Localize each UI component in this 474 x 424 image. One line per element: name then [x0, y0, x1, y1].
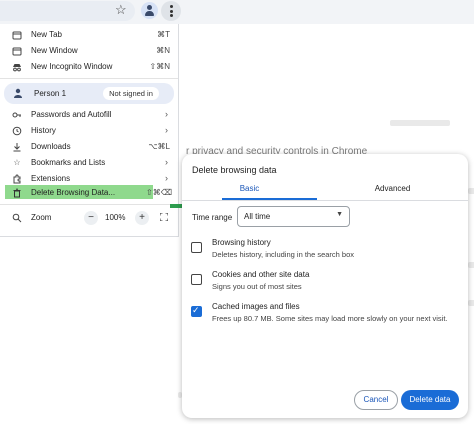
option-cookies[interactable]: Cookies and other site data Signs you ou…: [182, 268, 468, 298]
menu-item-downloads[interactable]: Downloads ⌥⌘L: [0, 139, 178, 155]
zoom-icon: [12, 213, 22, 223]
dot: [169, 9, 173, 13]
menu-item-label: Downloads: [31, 142, 71, 151]
menu-divider: [0, 204, 178, 205]
browser-toolbar: ☆: [0, 0, 474, 24]
fullscreen-icon[interactable]: [160, 213, 168, 221]
time-range-select[interactable]: All time ▼: [237, 206, 350, 227]
menu-item-label: New Incognito Window: [31, 62, 113, 71]
chevron-right-icon: ›: [165, 157, 168, 167]
zoom-value: 100%: [105, 213, 126, 222]
option-description: Deletes history, including in the search…: [212, 250, 355, 259]
cached-images-checkbox[interactable]: [191, 305, 202, 317]
background-text-line: [468, 188, 474, 194]
delete-data-button[interactable]: Delete data: [401, 390, 459, 410]
menu-item-label: New Window: [31, 46, 78, 55]
menu-item-label: Extensions: [31, 174, 71, 183]
menu-item-label: Bookmarks and Lists: [31, 158, 106, 167]
menu-item-label: Passwords and Autofill: [31, 110, 112, 119]
dot: [169, 14, 173, 17]
extensions-icon: [12, 174, 22, 184]
menu-item-new-incognito-window[interactable]: New Incognito Window ⇧⌘N: [0, 59, 178, 75]
tab-advanced[interactable]: Advanced: [317, 184, 468, 198]
menu-item-passwords-autofill[interactable]: Passwords and Autofill ›: [0, 107, 178, 123]
cookies-checkbox[interactable]: [191, 274, 202, 285]
chevron-right-icon: ›: [165, 173, 168, 183]
menu-item-history[interactable]: History ›: [0, 123, 178, 139]
download-icon: [12, 142, 22, 152]
caret-down-icon: ▼: [336, 211, 343, 218]
zoom-in-button[interactable]: +: [135, 211, 149, 225]
chrome-menu: New Tab ⌘T New Window ⌘N New Incognito W…: [0, 24, 179, 237]
menu-item-shortcut: ⇧⌘N: [149, 62, 170, 71]
tab-divider: [182, 200, 468, 201]
new-tab-icon: [12, 30, 22, 40]
tab-active-indicator: [222, 198, 317, 200]
background-text-line: [468, 300, 474, 306]
menu-item-delete-browsing-data[interactable]: Delete Browsing Data... ⇧⌘⌫: [0, 185, 178, 201]
menu-item-person[interactable]: Person 1 Not signed in: [4, 83, 174, 104]
menu-item-shortcut: ⌘N: [156, 46, 170, 55]
menu-item-shortcut: ⌘T: [157, 30, 170, 39]
option-cached-images[interactable]: Cached images and files Frees up 80.7 MB…: [182, 300, 468, 330]
star-icon: ☆: [13, 158, 21, 167]
chevron-right-icon: ›: [165, 109, 168, 119]
menu-item-zoom: Zoom − 100% +: [0, 209, 178, 227]
key-icon: [12, 110, 22, 120]
browsing-history-checkbox[interactable]: [191, 242, 202, 253]
option-title: Cookies and other site data: [212, 270, 310, 279]
dot: [169, 5, 173, 8]
menu-item-shortcut: ⌥⌘L: [148, 142, 170, 151]
menu-item-label: Delete Browsing Data...: [31, 188, 116, 197]
dialog-title: Delete browsing data: [192, 165, 277, 175]
tab-basic[interactable]: Basic: [182, 184, 317, 198]
incognito-icon: [12, 62, 22, 72]
zoom-out-button[interactable]: −: [84, 211, 98, 225]
option-title: Cached images and files: [212, 302, 300, 311]
profile-icon[interactable]: [141, 2, 158, 19]
menu-item-label: New Tab: [31, 30, 62, 39]
background-text-line: [390, 120, 450, 126]
new-window-icon: [12, 46, 22, 56]
menu-item-new-window[interactable]: New Window ⌘N: [0, 43, 178, 59]
time-range-value: All time: [244, 212, 271, 221]
time-range-label: Time range: [192, 213, 233, 222]
menu-item-bookmarks-lists[interactable]: ☆ Bookmarks and Lists ›: [0, 155, 178, 171]
not-signed-in-badge: Not signed in: [103, 87, 159, 100]
trash-icon: [12, 188, 22, 198]
cancel-button[interactable]: Cancel: [354, 390, 398, 410]
background-text-line: [468, 262, 474, 268]
menu-divider: [0, 78, 178, 79]
menu-item-new-tab[interactable]: New Tab ⌘T: [0, 27, 178, 43]
bookmark-star-icon[interactable]: ☆: [115, 2, 127, 18]
menu-item-label: History: [31, 126, 56, 135]
option-description: Frees up 80.7 MB. Some sites may load mo…: [212, 314, 448, 323]
delete-browsing-data-dialog: Delete browsing data Basic Advanced Time…: [182, 154, 468, 418]
history-icon: [12, 126, 22, 136]
option-description: Signs you out of most sites: [212, 282, 302, 291]
option-title: Browsing history: [212, 238, 271, 247]
chevron-right-icon: ›: [165, 125, 168, 135]
person-icon: [14, 88, 22, 98]
chrome-menu-button[interactable]: [161, 1, 181, 21]
person-label: Person 1: [34, 89, 67, 98]
option-browsing-history[interactable]: Browsing history Deletes history, includ…: [182, 236, 468, 266]
zoom-label: Zoom: [31, 213, 52, 222]
